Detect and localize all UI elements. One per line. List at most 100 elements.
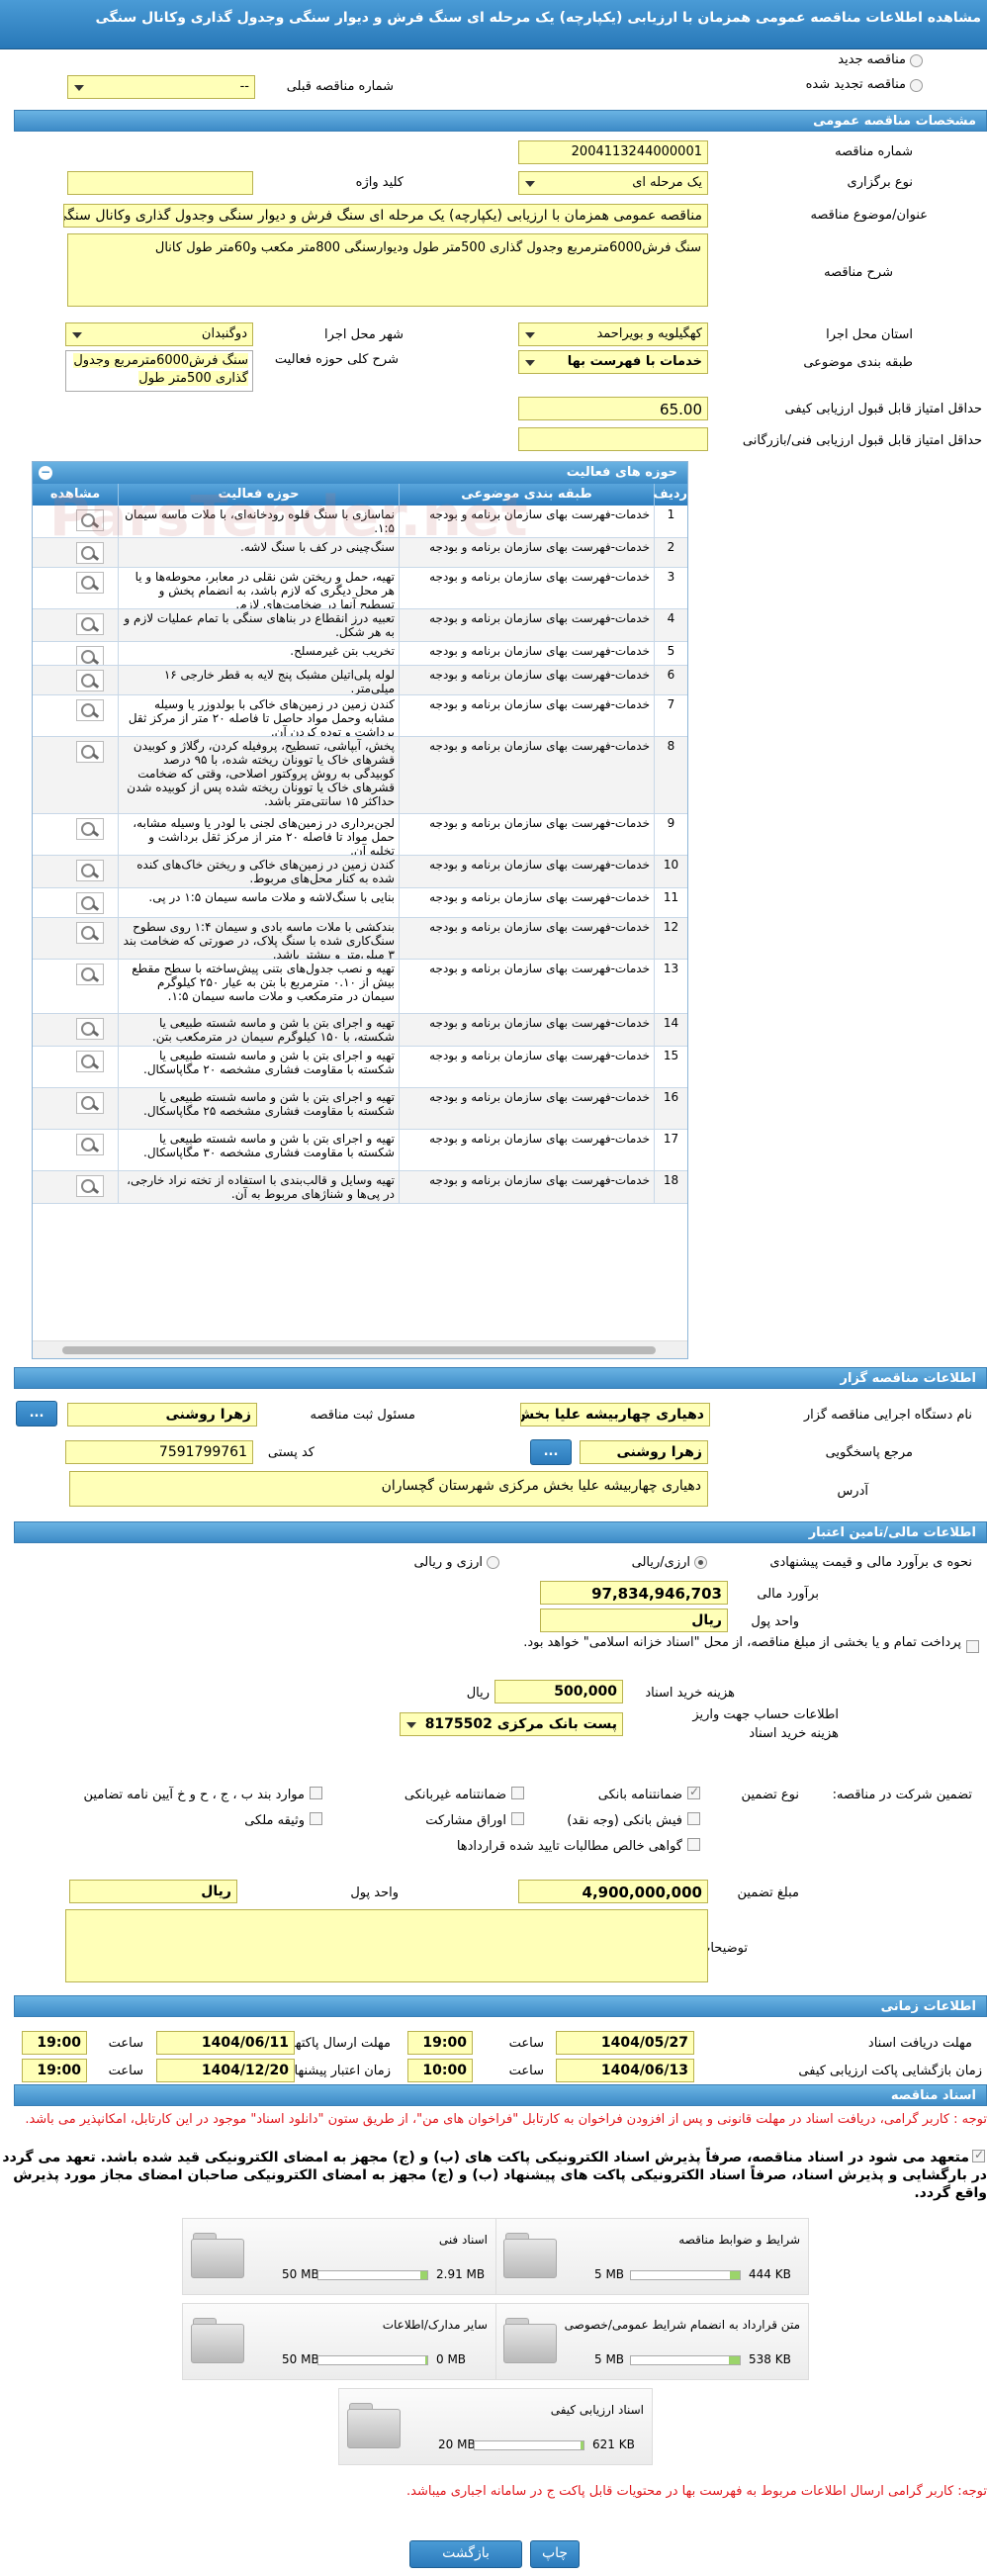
account-select[interactable]: پست بانک مرکزی 8175502 <box>400 1712 623 1736</box>
row-number: 12 <box>654 918 687 959</box>
new-tender-radio[interactable] <box>910 54 923 67</box>
back-button[interactable]: بازگشت <box>409 2540 522 2568</box>
view-icon[interactable] <box>76 699 104 721</box>
doc-file-progress <box>317 2355 428 2365</box>
province-select[interactable]: کهگیلویه و بویراحمد <box>518 322 708 346</box>
table-row: 17 خدمات-فهرست بهای سازمان برنامه و بودجه… <box>33 1130 687 1171</box>
view-icon[interactable] <box>76 922 104 944</box>
doc-file-box[interactable]: متن قرارداد به انضمام شرایط عمومی/خصوصی 5… <box>494 2303 809 2380</box>
receive-deadline-date[interactable]: 1404/05/27 <box>556 2031 694 2055</box>
section-financial: اطلاعات مالی/تامین اعتبار <box>14 1521 987 1543</box>
row-view-cell <box>33 856 118 887</box>
tender-number-field[interactable]: 2004113244000001 <box>518 140 708 164</box>
address-field[interactable]: دهیاری چهاربیشه علیا بخش مرکزی شهرستان گ… <box>69 1471 708 1507</box>
doc-file-box[interactable]: اسناد ارزیابی کیفی 20 MB 621 KB <box>338 2388 653 2465</box>
category-select[interactable]: خدمات با فهرست بها <box>518 350 708 374</box>
scope-listbox[interactable]: سنگ فرش6000مترمربع وجدول گذاری 500متر طو… <box>65 350 253 392</box>
row-number: 1 <box>654 506 687 537</box>
property-collateral-checkbox[interactable] <box>310 1812 322 1825</box>
row-category: خدمات-فهرست بهای سازمان برنامه و بودجه <box>399 918 654 959</box>
validity-time[interactable]: 19:00 <box>22 2059 87 2082</box>
reference-field[interactable]: زهرا روشنی <box>580 1440 708 1464</box>
nonbank-guarantee-checkbox[interactable] <box>511 1787 524 1799</box>
table-row: 12 خدمات-فهرست بهای سازمان برنامه و بودجه… <box>33 918 687 960</box>
view-icon[interactable] <box>76 1018 104 1040</box>
row-activity: تهیه و اجرای بتن با شن و ماسه شسته طبیعی… <box>118 1047 399 1087</box>
grid-horizontal-scrollbar[interactable] <box>33 1340 687 1358</box>
view-icon[interactable] <box>76 818 104 840</box>
tech-score-field[interactable] <box>518 427 708 451</box>
view-icon[interactable] <box>76 741 104 763</box>
claims-certificate-checkbox[interactable] <box>687 1838 700 1851</box>
row-view-cell <box>33 642 118 665</box>
view-icon[interactable] <box>76 964 104 985</box>
row-activity: لوله پلی‌اتیلن مشبک پنج لایه به قطر خارج… <box>118 666 399 694</box>
description-field[interactable]: سنگ فرش6000مترمربع وجدول گذاری 500متر طو… <box>67 233 708 307</box>
city-select[interactable]: دوگنبدان <box>65 322 253 346</box>
opening-date[interactable]: 1404/06/13 <box>556 2059 694 2082</box>
pledge-text: متعهد می شود در اسناد مناقصه، صرفاً پذیر… <box>2 2150 987 2201</box>
row-number: 15 <box>654 1047 687 1087</box>
organizer-name-field[interactable]: دهیاری چهاربیشه علیا بخش <box>520 1403 710 1426</box>
registrar-lookup-button[interactable]: ... <box>16 1401 57 1426</box>
validity-date[interactable]: 1404/12/20 <box>156 2059 295 2082</box>
view-icon[interactable] <box>76 1092 104 1114</box>
postal-code-field[interactable]: 7591799761 <box>65 1440 253 1464</box>
guarantee-amount-label: مبلغ تضمین <box>737 1886 799 1900</box>
doc-file-size: 2.91 MB <box>436 2267 486 2281</box>
registrar-field[interactable]: زهرا روشنی <box>67 1403 257 1426</box>
view-icon[interactable] <box>76 892 104 914</box>
estimate-opt1-radio[interactable] <box>694 1556 707 1569</box>
receive-deadline-time[interactable]: 19:00 <box>407 2031 473 2055</box>
opening-time[interactable]: 10:00 <box>407 2059 473 2082</box>
view-icon[interactable] <box>76 572 104 594</box>
row-number: 4 <box>654 609 687 641</box>
doc-fee-field[interactable]: 500,000 <box>494 1680 623 1703</box>
quality-score-field[interactable]: 65.00 <box>518 397 708 420</box>
estimate-opt2-radio[interactable] <box>487 1556 499 1569</box>
collapse-icon[interactable]: − <box>39 466 52 480</box>
scroll-thumb[interactable] <box>62 1346 656 1354</box>
view-icon[interactable] <box>76 1175 104 1197</box>
view-icon[interactable] <box>76 1134 104 1155</box>
reference-lookup-button[interactable]: ... <box>530 1439 572 1465</box>
treasury-bonds-checkbox[interactable] <box>966 1640 979 1653</box>
row-number: 7 <box>654 695 687 736</box>
row-category: خدمات-فهرست بهای سازمان برنامه و بودجه <box>399 856 654 887</box>
doc-file-box[interactable]: اسناد فنی 50 MB 2.91 MB <box>182 2218 496 2295</box>
holding-type-select[interactable]: یک مرحله ای <box>518 171 708 195</box>
view-icon[interactable] <box>76 646 104 665</box>
doc-file-box[interactable]: سایر مدارک/اطلاعات 50 MB 0 MB <box>182 2303 496 2380</box>
cash-receipt-checkbox[interactable] <box>687 1812 700 1825</box>
estimate-amount-field[interactable]: 97,834,946,703 <box>540 1581 728 1605</box>
keyword-field[interactable] <box>67 171 253 195</box>
view-icon[interactable] <box>76 1051 104 1072</box>
send-deadline-date[interactable]: 1404/06/11 <box>156 2031 295 2055</box>
row-number: 5 <box>654 642 687 665</box>
guarantee-amount-field[interactable]: 4,900,000,000 <box>518 1880 708 1903</box>
print-button[interactable]: چاپ <box>530 2540 580 2568</box>
table-row: 18 خدمات-فهرست بهای سازمان برنامه و بودجه… <box>33 1171 687 1204</box>
guarantee-currency-field[interactable]: ریال <box>69 1880 237 1903</box>
row-view-cell <box>33 1047 118 1087</box>
bonds-checkbox[interactable] <box>511 1812 524 1825</box>
row-activity: تهیه و اجرای بتن با شن و ماسه شسته طبیعی… <box>118 1088 399 1129</box>
col-row[interactable]: ردیف <box>653 484 687 506</box>
view-icon[interactable] <box>76 613 104 635</box>
view-icon[interactable] <box>76 860 104 881</box>
bank-guarantee-checkbox[interactable] <box>687 1785 700 1799</box>
doc-file-box[interactable]: شرایط و ضوابط مناقصه 5 MB 444 KB <box>494 2218 809 2295</box>
subject-field[interactable]: مناقصه عمومی همزمان با ارزیابی (یکپارچه)… <box>63 204 708 228</box>
prev-tender-value: -- <box>239 79 249 94</box>
prev-tender-select[interactable]: -- <box>67 75 255 99</box>
row-activity: تهیه وسایل و قالب‌بندی با استفاده از تخت… <box>118 1171 399 1203</box>
send-deadline-time[interactable]: 19:00 <box>22 2031 87 2055</box>
account-value: پست بانک مرکزی 8175502 <box>424 1716 617 1732</box>
row-activity: تعبیه درز انقطاع در بناهای سنگی با تمام … <box>118 609 399 641</box>
notes-field[interactable] <box>65 1909 708 1982</box>
renewed-tender-radio[interactable] <box>910 79 923 92</box>
view-icon[interactable] <box>76 670 104 691</box>
currency-field[interactable]: ریال <box>540 1609 728 1632</box>
guarantee-type-label: نوع تضمین <box>741 1788 799 1802</box>
other-items-checkbox[interactable] <box>310 1787 322 1799</box>
